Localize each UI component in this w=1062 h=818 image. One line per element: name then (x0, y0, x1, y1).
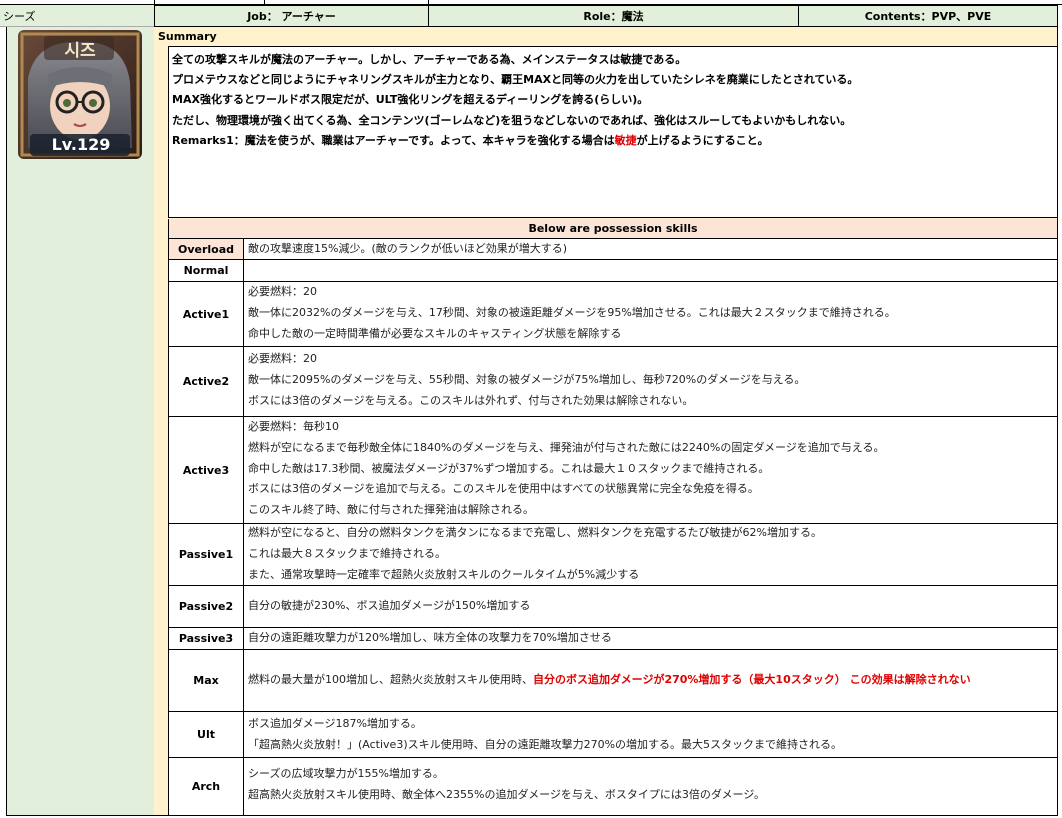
skill-label-max: Max (169, 650, 244, 711)
skill-label-overload: Overload (169, 239, 244, 259)
skill-text-arch: シーズの広域攻撃力が155%増加する。 超高熱火炎放射スキル使用時、敵全体へ23… (248, 767, 766, 801)
skill-row-passive1: Passive1 燃料が空になると、自分の燃料タンクを満タンになるまで充電し、燃… (169, 524, 1057, 586)
contents-cell: Contents：PVP、PVE (798, 5, 1058, 27)
role-cell: Role：魔法 (428, 5, 799, 27)
skill-label-active2: Active2 (169, 347, 244, 416)
skill-row-arch: Arch シーズの広域攻撃力が155%増加する。 超高熱火炎放射スキル使用時、敵… (169, 758, 1057, 816)
skill-label-active3: Active3 (169, 417, 244, 523)
summary-line: プロメテウスなどと同じようにチャネリングスキルが主力となり、覇王MAXと同等の火… (172, 73, 859, 87)
avatar-name-badge: 시즈 (64, 41, 96, 61)
skill-row-passive2: Passive2 自分の敏捷が230%、ボス追加ダメージが150%増加する (169, 586, 1057, 628)
skills-table: Overload 敵の攻撃速度15%減少。(敵のランクが低いほど効果が増大する)… (168, 239, 1058, 816)
skill-text-passive2: 自分の敏捷が230%、ボス追加ダメージが150%増加する (248, 599, 531, 613)
job-cell: Job： アーチャー (154, 5, 429, 27)
skill-label-arch: Arch (169, 758, 244, 815)
skill-row-passive3: Passive3 自分の遠距離攻撃力が120%増加し、味方全体の攻撃力を70%増… (169, 628, 1057, 650)
summary-remarks: Remarks1：魔法を使うが、職業はアーチャーです。よって、本キャラを強化する… (172, 133, 769, 147)
skills-heading: Below are possession skills (168, 219, 1058, 239)
skill-row-ult: Ult ボス追加ダメージ187%増加する。 「超高熱火炎放射！」(Active3… (169, 712, 1057, 758)
skill-row-normal: Normal (169, 260, 1057, 282)
avatar-level: Lv.129 (51, 135, 111, 154)
contents-label: Contents：PVP、PVE (864, 10, 992, 23)
role-label: Role：魔法 (583, 10, 644, 23)
skill-row-active1: Active1 必要燃料：20 敵一体に2032%のダメージを与え、17秒間、対… (169, 282, 1057, 347)
skill-row-overload: Overload 敵の攻撃速度15%減少。(敵のランクが低いほど効果が増大する) (169, 239, 1057, 260)
max-highlight: 自分のボス追加ダメージが270%増加する（最大10スタック） この効果は解除され… (533, 673, 971, 687)
skill-text-passive1: 燃料が空になると、自分の燃料タンクを満タンになるまで充電し、燃料タンクを充電する… (248, 526, 823, 581)
skill-text-max: 燃料の最大量が100増加し、超熱火炎放射スキル使用時、自分のボス追加ダメージが2… (248, 673, 971, 687)
remarks-highlight: 敏捷 (614, 133, 637, 147)
summary-box: 全ての攻撃スキルが魔法のアーチャー。しかし、アーチャーである為、メインステータス… (168, 46, 1058, 218)
skill-text-active1: 必要燃料：20 敵一体に2032%のダメージを与え、17秒間、対象の被遠距離ダメ… (248, 285, 896, 340)
summary-line: ただし、物理環境が強く出てくる為、全コンテンツ(ゴーレムなど)を狙うなどしないの… (172, 113, 852, 127)
character-avatar: 시즈 Lv.129 (18, 30, 142, 159)
summary-heading: Summary (158, 30, 217, 43)
summary-line: 全ての攻撃スキルが魔法のアーチャー。しかし、アーチャーである為、メインステータス… (172, 53, 687, 66)
summary-line: MAX強化するとワールドボス限定だが、ULT強化リングを超えるディーリングを誇る… (172, 93, 649, 107)
skill-row-active2: Active2 必要燃料：20 敵一体に2095%のダメージを与え、55秒間、対… (169, 347, 1057, 417)
skill-row-active3: Active3 必要燃料：毎秒10 燃料が空になるまで毎秒敵全体に1840%のダ… (169, 417, 1057, 524)
skill-label-passive3: Passive3 (169, 628, 244, 649)
skill-label-ult: Ult (169, 712, 244, 757)
skill-label-passive2: Passive2 (169, 586, 244, 627)
skill-label-active1: Active1 (169, 282, 244, 346)
skill-text-active3: 必要燃料：毎秒10 燃料が空になるまで毎秒敵全体に1840%のダメージを与え、揮… (248, 420, 885, 517)
skill-text-passive3: 自分の遠距離攻撃力が120%増加し、味方全体の攻撃力を70%増加させる (248, 631, 612, 645)
skill-text-overload: 敵の攻撃速度15%減少。(敵のランクが低いほど効果が増大する) (248, 241, 568, 255)
character-name-cell: シーズ (0, 5, 155, 27)
skill-label-passive1: Passive1 (169, 524, 244, 585)
skill-row-max: Max 燃料の最大量が100増加し、超熱火炎放射スキル使用時、自分のボス追加ダメ… (169, 650, 1057, 712)
character-name: シーズ (3, 10, 36, 23)
skill-text-ult: ボス追加ダメージ187%増加する。 「超高熱火炎放射！」(Active3)スキル… (248, 717, 843, 751)
job-label: Job： アーチャー (247, 10, 336, 23)
skill-text-active2: 必要燃料：20 敵一体に2095%のダメージを与え、55秒間、対象の被ダメージが… (248, 352, 806, 407)
skill-label-normal: Normal (169, 260, 244, 281)
